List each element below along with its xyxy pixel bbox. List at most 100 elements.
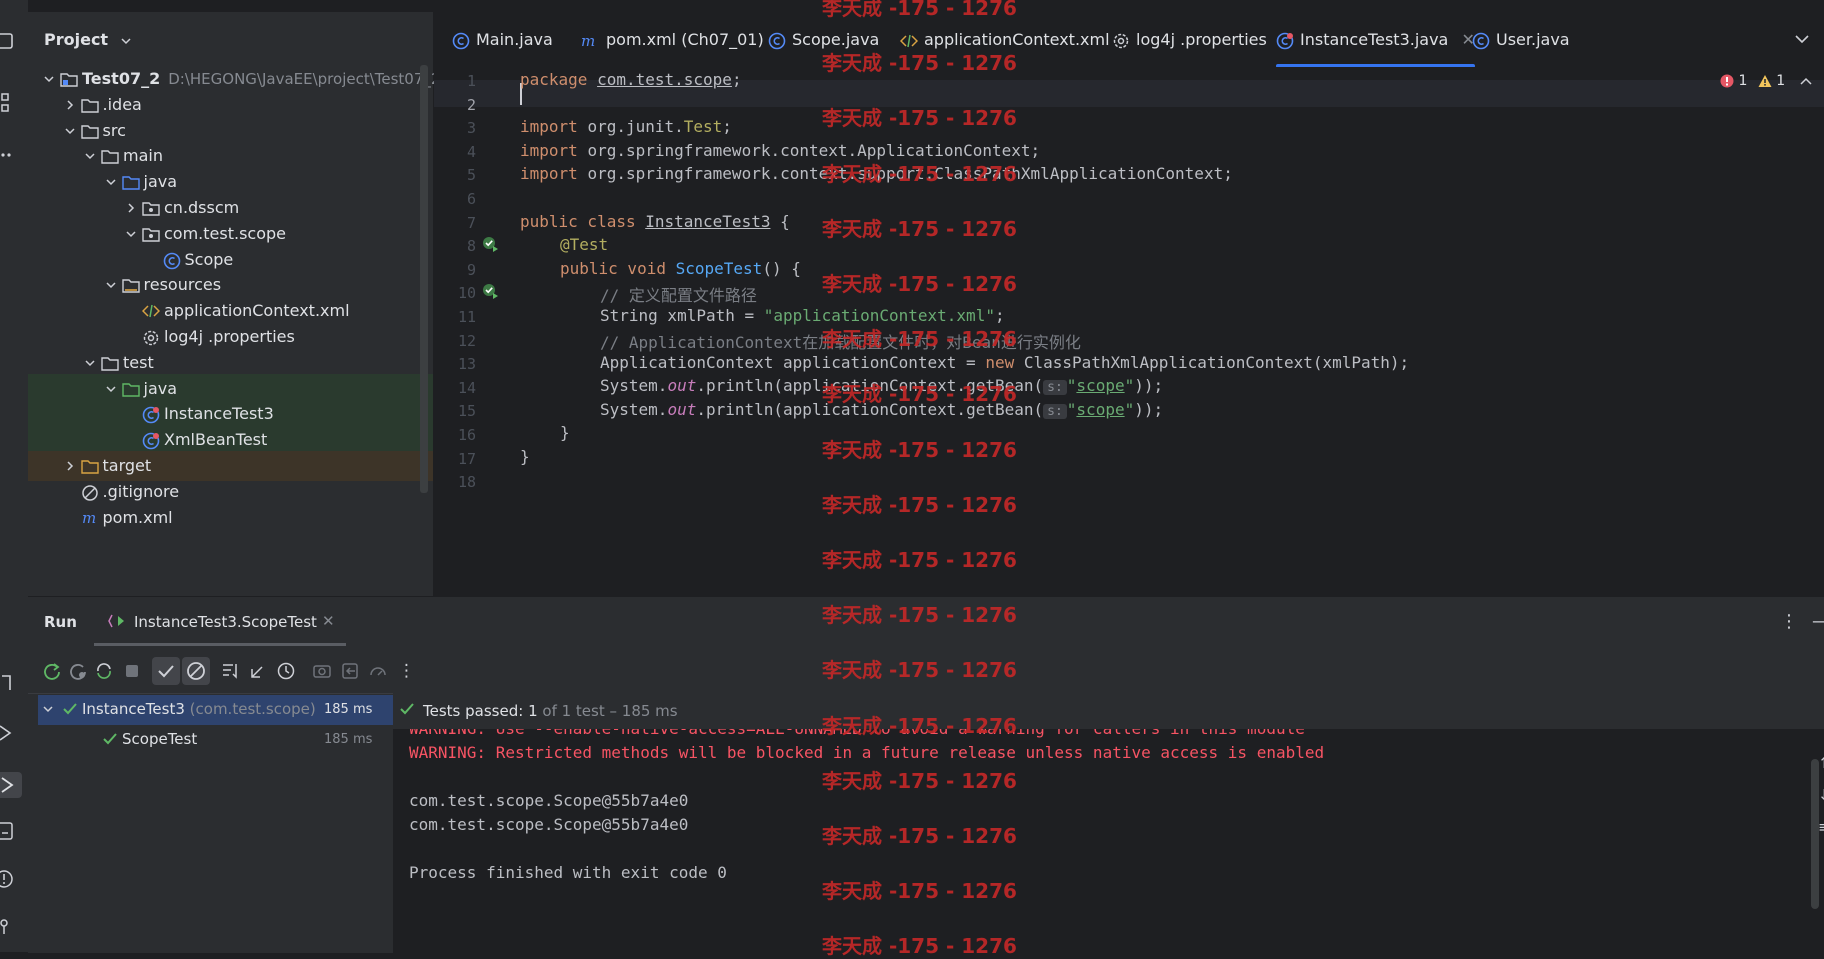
problems-tool-icon[interactable] bbox=[0, 868, 22, 890]
editor-tab[interactable]: InstanceTest3.java ✕ bbox=[1276, 12, 1475, 68]
history-icon[interactable] bbox=[276, 661, 296, 681]
code-line-7: public class InstanceTest3 { bbox=[520, 212, 790, 231]
test-suite-package: (com.test.scope) bbox=[189, 700, 316, 718]
run-panel-title: Run bbox=[44, 613, 77, 631]
line-number: 7 bbox=[466, 213, 476, 232]
minimize-icon[interactable]: — bbox=[1812, 611, 1824, 632]
parameter-hint: s: bbox=[1043, 404, 1067, 419]
code-line-17: } bbox=[520, 447, 530, 466]
show-passed-icon[interactable] bbox=[152, 657, 180, 685]
line-number: 4 bbox=[466, 142, 476, 161]
chevron-down-icon[interactable] bbox=[42, 703, 54, 715]
more-options-icon[interactable]: ⋮ bbox=[1780, 611, 1798, 632]
close-tab-icon[interactable]: ✕ bbox=[322, 612, 335, 630]
rerun-failed-icon[interactable] bbox=[68, 661, 88, 681]
svg-text:m: m bbox=[581, 33, 595, 49]
run-config-tab[interactable]: InstanceTest3.ScopeTest ✕ bbox=[94, 607, 346, 646]
console-line: com.test.scope.Scope@55b7a4e0 bbox=[409, 815, 689, 834]
editor-tab[interactable]: Scope.java bbox=[768, 12, 879, 66]
ignore-file-icon bbox=[81, 484, 99, 501]
stop-icon[interactable] bbox=[122, 661, 142, 681]
project-panel-title[interactable]: Project bbox=[44, 30, 132, 49]
run-test-class-icon[interactable] bbox=[482, 235, 500, 253]
toolbar-more-icon[interactable]: ⋮ bbox=[398, 661, 418, 681]
screenshot-icon[interactable] bbox=[312, 661, 332, 681]
test-suite-label: InstanceTest3 bbox=[82, 700, 185, 718]
status-suffix: of 1 test – 185 ms bbox=[542, 702, 678, 720]
soft-wrap-icon[interactable]: ≡ bbox=[1818, 811, 1824, 843]
error-count: 1 bbox=[1738, 73, 1748, 89]
sort-icon[interactable] bbox=[220, 661, 240, 681]
chevron-up-icon[interactable] bbox=[1800, 76, 1812, 86]
terminal-tool-icon[interactable] bbox=[0, 820, 22, 842]
xml-file-icon bbox=[142, 303, 160, 319]
run-tool-icon[interactable] bbox=[0, 772, 22, 798]
editor-tab[interactable]: log4j .properties bbox=[1112, 12, 1267, 66]
run-config-icon bbox=[108, 613, 126, 629]
run-toolbar: ⋮ bbox=[28, 649, 1824, 694]
project-tool-icon[interactable] bbox=[0, 30, 22, 52]
chevron-down-icon[interactable] bbox=[105, 177, 116, 187]
chevron-down-icon[interactable] bbox=[85, 358, 95, 368]
line-number: 9 bbox=[466, 260, 476, 279]
class-icon bbox=[452, 32, 470, 50]
scroll-up-icon[interactable]: ↑ bbox=[1818, 747, 1824, 779]
line-number: 13 bbox=[457, 355, 476, 374]
line-number: 12 bbox=[457, 331, 476, 350]
chevron-down-icon[interactable] bbox=[105, 280, 116, 290]
console-side-toolbar: ↑ ↓ ≡ bbox=[1818, 747, 1824, 843]
line-number: 18 bbox=[457, 473, 476, 492]
coverage-icon[interactable] bbox=[368, 661, 388, 681]
collapse-all-icon[interactable] bbox=[248, 661, 268, 681]
run-test-method-icon[interactable] bbox=[482, 282, 500, 300]
debug-tool-icon[interactable] bbox=[0, 722, 22, 744]
more-tools-icon[interactable] bbox=[0, 144, 22, 166]
folder-icon bbox=[80, 97, 99, 113]
project-tree-item[interactable]: m pom.xml bbox=[28, 503, 433, 533]
module-folder-icon bbox=[60, 71, 78, 87]
chevron-down-icon[interactable] bbox=[126, 229, 136, 239]
chevron-down-icon[interactable] bbox=[44, 74, 54, 84]
line-number: 5 bbox=[466, 166, 476, 185]
chevron-down-icon[interactable] bbox=[120, 35, 132, 47]
project-scrollbar[interactable] bbox=[420, 65, 428, 493]
import-tests-icon[interactable] bbox=[340, 661, 360, 681]
status-count: 1 bbox=[528, 702, 538, 720]
editor-tab[interactable]: User.java bbox=[1472, 12, 1570, 66]
code-line-16: } bbox=[560, 423, 570, 442]
toggle-auto-test-icon[interactable] bbox=[94, 661, 114, 681]
editor-tab[interactable]: m pom.xml (Ch07_01) bbox=[580, 12, 764, 66]
editor-tab[interactable]: applicationContext.xml bbox=[900, 12, 1110, 66]
editor-tab[interactable]: Main.java bbox=[452, 12, 553, 66]
editor-tab-label: applicationContext.xml bbox=[924, 30, 1110, 49]
scroll-down-icon[interactable]: ↓ bbox=[1818, 779, 1824, 811]
code-line-15: System.out.println(applicationContext.ge… bbox=[600, 400, 1164, 419]
test-suite-time: 185 ms bbox=[324, 702, 373, 717]
line-number: 17 bbox=[457, 449, 476, 468]
test-passed-icon bbox=[102, 731, 118, 747]
console-line: WARNING: Restricted methods will be bloc… bbox=[409, 743, 1325, 762]
test-row[interactable]: ScopeTest 185 ms bbox=[38, 725, 420, 755]
chevron-right-icon[interactable] bbox=[65, 100, 75, 110]
chevron-down-icon[interactable] bbox=[64, 126, 75, 136]
git-tool-icon[interactable] bbox=[0, 918, 22, 940]
rerun-icon[interactable] bbox=[42, 661, 62, 681]
test-class-icon bbox=[142, 406, 160, 424]
services-tool-icon[interactable] bbox=[0, 672, 22, 694]
folder-icon bbox=[101, 355, 119, 371]
editor-tab-bar: Main.java m pom.xml (Ch07_01) Scope.java app… bbox=[434, 12, 1824, 68]
inspection-widget[interactable]: 1 1 bbox=[1720, 73, 1812, 89]
tab-list-chevron-icon[interactable] bbox=[1794, 32, 1810, 46]
code-editor[interactable]: 1 2 3 4 5 6 7 8 9 10 11 12 13 14 15 16 17 18 package com.… bbox=[434, 67, 1824, 596]
test-results-tree: InstanceTest3 (com.test.scope) 185 ms Sc… bbox=[38, 693, 420, 953]
code-line-10: // 定义配置文件路径 bbox=[600, 286, 757, 305]
structure-tool-icon[interactable] bbox=[0, 92, 22, 114]
chevron-right-icon[interactable] bbox=[126, 203, 136, 213]
show-ignored-icon[interactable] bbox=[182, 657, 210, 685]
chevron-right-icon[interactable] bbox=[65, 461, 75, 471]
chevron-down-icon[interactable] bbox=[105, 384, 116, 394]
test-row-selected[interactable]: InstanceTest3 (com.test.scope) 185 ms bbox=[38, 695, 420, 725]
chevron-down-icon[interactable] bbox=[85, 151, 95, 161]
console-output[interactable]: WARNING: Use --enable-native-access=ALL-… bbox=[393, 729, 1824, 953]
code-line-1: package com.test.scope; bbox=[520, 70, 742, 89]
